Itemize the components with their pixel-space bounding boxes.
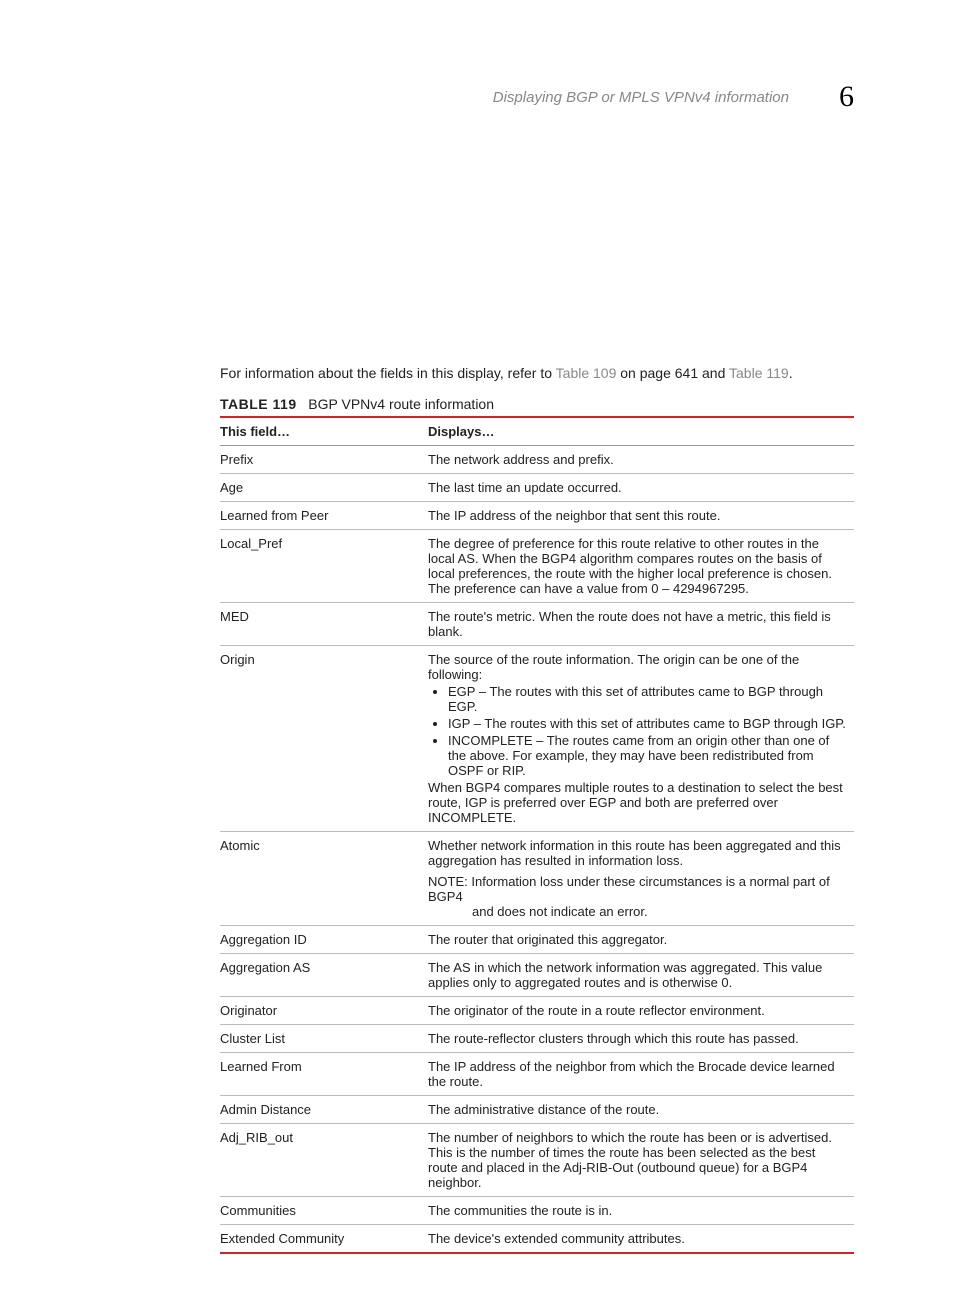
table-row: MED The route's metric. When the route d… (220, 602, 854, 645)
field-desc: The route-reflector clusters through whi… (428, 1024, 854, 1052)
col-field: This field… (220, 417, 428, 446)
table-header-row: This field… Displays… (220, 417, 854, 446)
section-title: Displaying BGP or MPLS VPNv4 information (493, 89, 789, 106)
col-displays: Displays… (428, 417, 854, 446)
field-desc: The degree of preference for this route … (428, 529, 854, 602)
table-caption: TABLE 119 BGP VPNv4 route information (220, 396, 854, 412)
field-desc: The last time an update occurred. (428, 473, 854, 501)
header: Displaying BGP or MPLS VPNv4 information… (220, 80, 854, 114)
table-119-link[interactable]: Table 119 (729, 365, 789, 381)
field-desc: The source of the route information. The… (428, 645, 854, 831)
table-row: Aggregation AS The AS in which the netwo… (220, 953, 854, 996)
origin-igp: IGP – The routes with this set of attrib… (448, 716, 846, 731)
origin-egp: EGP – The routes with this set of attrib… (448, 684, 846, 714)
table-row: Origin The source of the route informati… (220, 645, 854, 831)
field-desc: The AS in which the network information … (428, 953, 854, 996)
atomic-line1: Whether network information in this rout… (428, 838, 841, 868)
field-desc: The network address and prefix. (428, 445, 854, 473)
field-desc: The device's extended community attribut… (428, 1224, 854, 1253)
intro-pre: For information about the fields in this… (220, 365, 556, 381)
table-caption-label: TABLE 119 (220, 396, 297, 412)
table-row: Adj_RIB_out The number of neighbors to w… (220, 1123, 854, 1196)
note-label: NOTE: (428, 874, 468, 889)
field-name: Cluster List (220, 1024, 428, 1052)
route-info-table: This field… Displays… Prefix The network… (220, 416, 854, 1254)
origin-incomplete: INCOMPLETE – The routes came from an ori… (448, 733, 846, 778)
intro-paragraph: For information about the fields in this… (220, 364, 854, 384)
field-name: Aggregation ID (220, 925, 428, 953)
field-name: Atomic (220, 831, 428, 925)
intro-post: . (789, 365, 793, 381)
table-109-link[interactable]: Table 109 (556, 365, 617, 381)
field-name: Age (220, 473, 428, 501)
note-body-1: Information loss under these circumstanc… (428, 874, 830, 904)
field-desc: The IP address of the neighbor that sent… (428, 501, 854, 529)
table-row: Communities The communities the route is… (220, 1196, 854, 1224)
origin-trail: When BGP4 compares multiple routes to a … (428, 780, 843, 825)
field-desc: The IP address of the neighbor from whic… (428, 1052, 854, 1095)
field-desc: Whether network information in this rout… (428, 831, 854, 925)
field-desc: The communities the route is in. (428, 1196, 854, 1224)
intro-mid: on page 641 and (616, 365, 729, 381)
table-row: Originator The originator of the route i… (220, 996, 854, 1024)
field-name: MED (220, 602, 428, 645)
field-name: Aggregation AS (220, 953, 428, 996)
table-row: Learned from Peer The IP address of the … (220, 501, 854, 529)
field-name: Extended Community (220, 1224, 428, 1253)
note-body-2: and does not indicate an error. (472, 904, 846, 919)
table-row: Aggregation ID The router that originate… (220, 925, 854, 953)
table-row: Learned From The IP address of the neigh… (220, 1052, 854, 1095)
table-row: Local_Pref The degree of preference for … (220, 529, 854, 602)
field-desc: The originator of the route in a route r… (428, 996, 854, 1024)
field-desc: The route's metric. When the route does … (428, 602, 854, 645)
field-name: Originator (220, 996, 428, 1024)
table-row: Atomic Whether network information in th… (220, 831, 854, 925)
field-name: Prefix (220, 445, 428, 473)
field-name: Learned From (220, 1052, 428, 1095)
table-row: Prefix The network address and prefix. (220, 445, 854, 473)
field-name: Adj_RIB_out (220, 1123, 428, 1196)
field-desc: The router that originated this aggregat… (428, 925, 854, 953)
table-caption-text: BGP VPNv4 route information (308, 396, 494, 412)
field-name: Origin (220, 645, 428, 831)
table-row: Extended Community The device's extended… (220, 1224, 854, 1253)
field-name: Communities (220, 1196, 428, 1224)
field-name: Local_Pref (220, 529, 428, 602)
table-row: Age The last time an update occurred. (220, 473, 854, 501)
atomic-note: NOTE: Information loss under these circu… (428, 874, 846, 919)
page: Displaying BGP or MPLS VPNv4 information… (0, 0, 954, 1314)
field-desc: The administrative distance of the route… (428, 1095, 854, 1123)
table-row: Cluster List The route-reflector cluster… (220, 1024, 854, 1052)
field-name: Admin Distance (220, 1095, 428, 1123)
chapter-number: 6 (839, 80, 854, 114)
field-name: Learned from Peer (220, 501, 428, 529)
field-desc: The number of neighbors to which the rou… (428, 1123, 854, 1196)
origin-list: EGP – The routes with this set of attrib… (448, 684, 846, 778)
table-row: Admin Distance The administrative distan… (220, 1095, 854, 1123)
origin-lead: The source of the route information. The… (428, 652, 799, 682)
